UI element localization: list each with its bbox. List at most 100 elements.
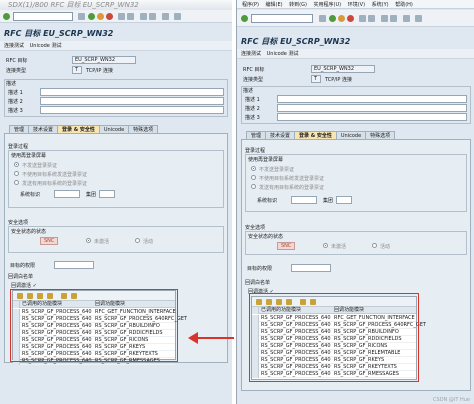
tab-unicode[interactable]: Unicode bbox=[335, 131, 367, 139]
radio-snc-inactive[interactable] bbox=[86, 238, 91, 243]
radio-snc-active-label: 活动 bbox=[143, 239, 154, 245]
radio-snc-active[interactable] bbox=[135, 238, 140, 243]
radio-ticket-no-sys[interactable] bbox=[251, 175, 256, 180]
desc3-field[interactable] bbox=[40, 106, 224, 114]
desc1-field[interactable] bbox=[40, 88, 224, 96]
menu-environment[interactable]: 环境(V) bbox=[348, 1, 365, 8]
print-icon[interactable] bbox=[359, 15, 366, 22]
sysid-field[interactable] bbox=[291, 196, 317, 204]
back-icon[interactable] bbox=[88, 13, 95, 20]
find-icon[interactable] bbox=[368, 15, 375, 22]
conn-type-desc: TCP/IP 连接 bbox=[325, 77, 353, 83]
desc2-label: 描述 2 bbox=[245, 106, 260, 112]
radio-no-ticket[interactable] bbox=[251, 166, 256, 171]
radio-ticket-sys[interactable] bbox=[14, 180, 19, 185]
exit-icon[interactable] bbox=[338, 15, 345, 22]
window-title: SDX(1)/800 RFC 目标 EU_SCRP_WN32 bbox=[0, 0, 232, 10]
desc1-field[interactable] bbox=[277, 95, 467, 103]
command-field[interactable] bbox=[13, 12, 73, 21]
radio-ticket-sys[interactable] bbox=[251, 184, 256, 189]
enter-icon[interactable] bbox=[3, 13, 10, 20]
menu-utilities[interactable]: 实用程序(U) bbox=[314, 1, 342, 8]
auth-field[interactable] bbox=[54, 261, 94, 269]
right-screenshot: 程序(P) 编辑(E) 转到(G) 实用程序(U) 环境(V) 系统(Y) 帮助… bbox=[236, 0, 474, 404]
save-icon[interactable] bbox=[78, 13, 85, 20]
menu-system[interactable]: 系统(Y) bbox=[372, 1, 389, 8]
logon-group-title: 登录过程 bbox=[245, 148, 266, 154]
client-label: 集团 bbox=[86, 192, 97, 198]
desc2-field[interactable] bbox=[277, 104, 467, 112]
tab-technical-settings[interactable]: 技术设置 bbox=[265, 131, 296, 139]
radio-ticket-no-sys-label: 不使用目标系统发送登录票证 bbox=[22, 172, 88, 178]
conn-type-label: 连接类型 bbox=[6, 68, 27, 74]
application-toolbar: 连接测试 Unicode 测试 bbox=[237, 49, 474, 59]
auth-label: 目标的权限 bbox=[247, 266, 273, 272]
highlight-box bbox=[249, 293, 419, 382]
security-group-title: 安全选项 bbox=[245, 225, 266, 231]
tab-administration[interactable]: 管理 bbox=[9, 125, 30, 133]
save-icon[interactable] bbox=[319, 15, 326, 22]
connection-test-button[interactable]: 连接测试 bbox=[4, 41, 24, 51]
conn-type-desc: TCP/IP 连接 bbox=[86, 68, 114, 74]
radio-snc-inactive[interactable] bbox=[323, 243, 328, 248]
tab-logon-security[interactable]: 登录 & 安全性 bbox=[57, 125, 100, 133]
desc3-label: 描述 3 bbox=[245, 115, 260, 121]
desc2-field[interactable] bbox=[40, 97, 224, 105]
sysid-field[interactable] bbox=[54, 190, 80, 198]
logon-screen-label: 使用再登录屏幕 bbox=[248, 157, 284, 163]
find-icon[interactable] bbox=[127, 13, 134, 20]
client-label: 集团 bbox=[323, 198, 334, 204]
rfc-dest-field: EU_SCRP_WN32 bbox=[72, 56, 136, 64]
radio-no-ticket[interactable] bbox=[14, 162, 19, 167]
new-session-icon[interactable] bbox=[162, 13, 169, 20]
menu-help[interactable]: 帮助(H) bbox=[395, 1, 413, 8]
unicode-test-button[interactable]: Unicode 测试 bbox=[30, 41, 62, 51]
snc-button[interactable]: SNC bbox=[277, 242, 296, 250]
tab-special-options[interactable]: 特殊选项 bbox=[128, 125, 159, 133]
help-icon[interactable] bbox=[174, 13, 181, 20]
enter-icon[interactable] bbox=[241, 15, 248, 22]
standard-toolbar bbox=[0, 10, 232, 23]
page-title: RFC 目标 EU_SCRP_WN32 bbox=[241, 37, 351, 46]
radio-no-ticket-label: 不发送登录票证 bbox=[259, 167, 295, 173]
next-page-icon[interactable] bbox=[149, 13, 156, 20]
first-page-icon[interactable] bbox=[381, 15, 388, 22]
back-icon[interactable] bbox=[329, 15, 336, 22]
command-field[interactable] bbox=[251, 14, 313, 23]
menu-goto[interactable]: 转到(G) bbox=[289, 1, 307, 8]
first-page-icon[interactable] bbox=[140, 13, 147, 20]
exit-icon[interactable] bbox=[97, 13, 104, 20]
radio-snc-inactive-label: 未激活 bbox=[94, 239, 110, 245]
menu-program[interactable]: 程序(P) bbox=[242, 1, 259, 8]
connection-test-button[interactable]: 连接测试 bbox=[241, 49, 261, 59]
client-field[interactable] bbox=[336, 196, 352, 204]
help-icon[interactable] bbox=[415, 15, 422, 22]
tab-unicode[interactable]: Unicode bbox=[98, 125, 130, 133]
radio-ticket-no-sys-label: 不使用目标系统发送登录票证 bbox=[259, 176, 325, 182]
radio-snc-active[interactable] bbox=[372, 243, 377, 248]
tab-special-options[interactable]: 特殊选项 bbox=[365, 131, 396, 139]
sysid-label: 系统标识 bbox=[257, 198, 278, 204]
tab-administration[interactable]: 管理 bbox=[246, 131, 267, 139]
next-page-icon[interactable] bbox=[390, 15, 397, 22]
conn-type-label: 连接类型 bbox=[243, 77, 264, 83]
unicode-test-button[interactable]: Unicode 测试 bbox=[267, 49, 299, 59]
radio-ticket-no-sys[interactable] bbox=[14, 171, 19, 176]
cancel-icon[interactable] bbox=[347, 15, 354, 22]
client-field[interactable] bbox=[99, 190, 115, 198]
radio-ticket-sys-label: 发送有用目标系统的登录票证 bbox=[22, 181, 88, 187]
new-session-icon[interactable] bbox=[403, 15, 410, 22]
callback-group-title: 回调白名单 bbox=[8, 274, 34, 280]
auth-field[interactable] bbox=[291, 264, 331, 272]
print-icon[interactable] bbox=[118, 13, 125, 20]
desc2-label: 描述 2 bbox=[8, 99, 23, 105]
rfc-dest-label: RFC 目标 bbox=[6, 58, 28, 64]
snc-button[interactable]: SNC bbox=[40, 237, 59, 245]
radio-ticket-sys-label: 发送有用目标系统的登录票证 bbox=[259, 185, 325, 191]
cancel-icon[interactable] bbox=[106, 13, 113, 20]
tab-logon-security[interactable]: 登录 & 安全性 bbox=[294, 131, 337, 139]
menu-edit[interactable]: 编辑(E) bbox=[266, 1, 283, 8]
tab-technical-settings[interactable]: 技术设置 bbox=[28, 125, 59, 133]
desc3-field[interactable] bbox=[277, 113, 467, 121]
menu-bar: 程序(P) 编辑(E) 转到(G) 实用程序(U) 环境(V) 系统(Y) 帮助… bbox=[237, 0, 474, 9]
